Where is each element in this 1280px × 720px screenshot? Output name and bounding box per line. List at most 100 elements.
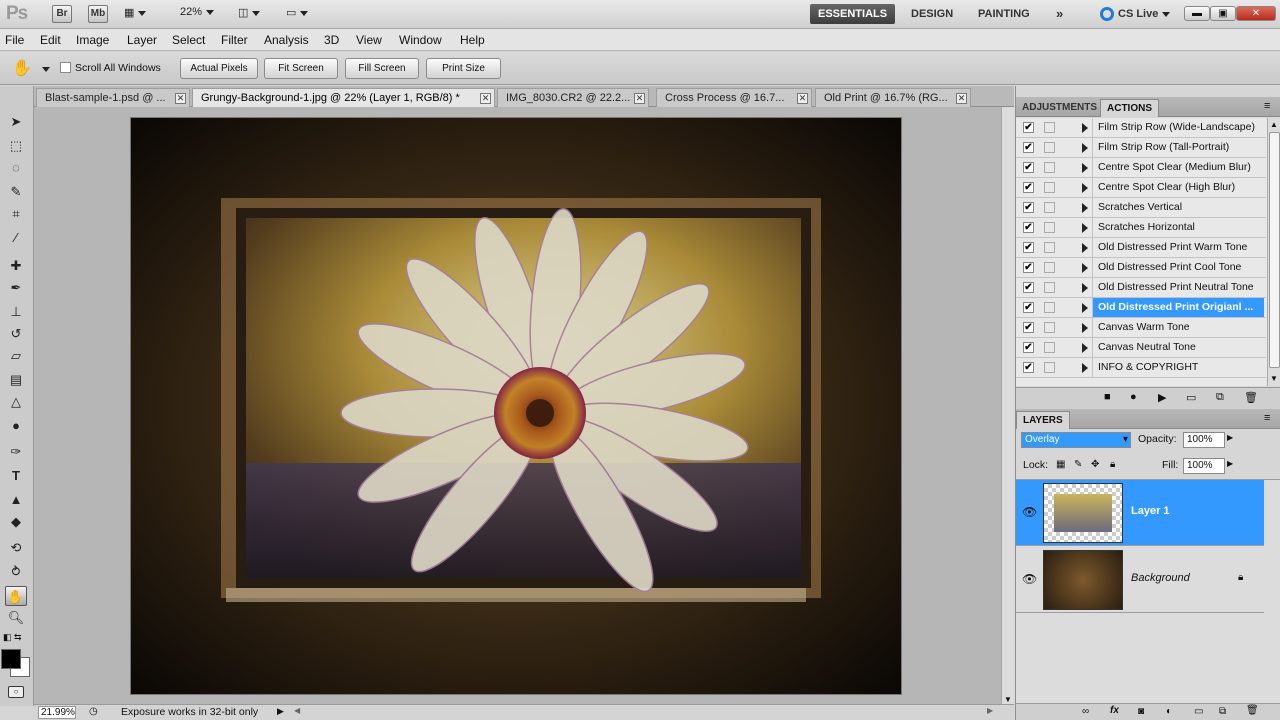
new-action-icon[interactable]: ⧉ <box>1216 391 1224 404</box>
tab-adjustments[interactable]: ADJUSTMENTS <box>1016 99 1103 117</box>
quick-mask-icon[interactable]: ○ <box>8 686 24 698</box>
dialog-toggle[interactable] <box>1044 262 1055 273</box>
gradient-tool-icon[interactable]: ▤ <box>5 370 27 390</box>
workspace-essentials[interactable]: ESSENTIALS <box>810 4 896 24</box>
action-label[interactable]: Film Strip Row (Wide-Landscape) <box>1092 118 1264 137</box>
expand-triangle-icon[interactable] <box>1082 243 1088 253</box>
dialog-toggle[interactable] <box>1044 362 1055 373</box>
stop-icon[interactable]: ■ <box>1104 391 1111 403</box>
dialog-toggle[interactable] <box>1044 122 1055 133</box>
tab-img-8030[interactable]: IMG_8030.CR2 @ 22.2... ✕ <box>497 88 649 107</box>
close-tab-icon[interactable]: ✕ <box>480 93 491 104</box>
fit-screen-button[interactable]: Fit Screen <box>264 58 338 79</box>
action-toggle-checkbox[interactable]: ✔ <box>1023 282 1034 293</box>
tab-grungy-background[interactable]: Grungy-Background-1.jpg @ 22% (Layer 1, … <box>192 88 495 107</box>
opacity-slider-arrow-icon[interactable]: ▶ <box>1227 433 1233 442</box>
action-toggle-checkbox[interactable]: ✔ <box>1023 142 1034 153</box>
menu-file[interactable]: File <box>5 33 24 47</box>
dialog-toggle[interactable] <box>1044 342 1055 353</box>
move-tool-icon[interactable]: ➤ <box>5 112 27 132</box>
fill-screen-button[interactable]: Fill Screen <box>345 58 419 79</box>
fill-field[interactable]: 100% <box>1183 458 1225 474</box>
adjustment-layer-icon[interactable]: ◐ <box>1166 706 1172 717</box>
action-toggle-checkbox[interactable]: ✔ <box>1023 202 1034 213</box>
action-toggle-checkbox[interactable]: ✔ <box>1023 262 1034 273</box>
canvas-area[interactable] <box>34 107 1001 704</box>
status-info-icon[interactable]: ◷ <box>89 706 98 717</box>
action-row[interactable]: ✔ Film Strip Row (Tall-Portrait) <box>1016 138 1266 158</box>
tab-actions[interactable]: ACTIONS <box>1100 99 1159 117</box>
action-row[interactable]: ✔ Old Distressed Print Warm Tone <box>1016 238 1266 258</box>
action-row[interactable]: ✔ Canvas Warm Tone <box>1016 318 1266 338</box>
panel-menu-icon[interactable]: ≡ <box>1264 412 1270 424</box>
minimize-button[interactable]: ▬ <box>1184 6 1210 21</box>
layer-name[interactable]: Layer 1 <box>1131 505 1170 517</box>
layer-name[interactable]: Background <box>1131 572 1190 584</box>
action-toggle-checkbox[interactable]: ✔ <box>1023 242 1034 253</box>
expand-triangle-icon[interactable] <box>1082 123 1088 133</box>
actions-scroll-thumb[interactable] <box>1269 132 1280 368</box>
menu-filter[interactable]: Filter <box>221 33 248 47</box>
delete-layer-icon[interactable]: 🗑︎ <box>1246 705 1259 716</box>
fill-slider-arrow-icon[interactable]: ▶ <box>1227 459 1233 468</box>
clone-stamp-tool-icon[interactable]: ⊥ <box>5 302 27 322</box>
action-label[interactable]: Film Strip Row (Tall-Portrait) <box>1092 138 1264 157</box>
scroll-down-arrow-icon[interactable]: ▼ <box>1270 374 1278 383</box>
action-toggle-checkbox[interactable]: ✔ <box>1023 362 1034 373</box>
tab-blast-sample[interactable]: Blast-sample-1.psd @ ... ✕ <box>36 88 190 107</box>
action-row[interactable]: ✔ INFO & COPYRIGHT <box>1016 358 1266 378</box>
expand-triangle-icon[interactable] <box>1082 203 1088 213</box>
vertical-scrollbar[interactable]: ▼ <box>1001 107 1014 704</box>
action-row[interactable]: ✔ Canvas Neutral Tone <box>1016 338 1266 358</box>
action-toggle-checkbox[interactable]: ✔ <box>1023 182 1034 193</box>
dialog-toggle[interactable] <box>1044 282 1055 293</box>
menu-window[interactable]: Window <box>399 33 442 47</box>
tab-cross-process[interactable]: Cross Process @ 16.7... ✕ <box>656 88 812 107</box>
action-row[interactable]: ✔ Film Strip Row (Wide-Landscape) <box>1016 118 1266 138</box>
scroll-up-arrow-icon[interactable]: ▲ <box>1270 120 1278 129</box>
actual-pixels-button[interactable]: Actual Pixels <box>180 58 258 79</box>
dodge-tool-icon[interactable]: ● <box>5 416 27 436</box>
visibility-eye-icon[interactable]: 👁︎ <box>1022 505 1037 519</box>
action-label[interactable]: Centre Spot Clear (High Blur) <box>1092 178 1264 197</box>
layer-style-icon[interactable]: fx <box>1110 705 1119 716</box>
expand-triangle-icon[interactable] <box>1082 223 1088 233</box>
menu-select[interactable]: Select <box>172 33 205 47</box>
dialog-toggle[interactable] <box>1044 182 1055 193</box>
tab-old-print[interactable]: Old Print @ 16.7% (RG... ✕ <box>815 88 971 107</box>
new-set-icon[interactable]: ▭ <box>1186 391 1196 404</box>
expand-triangle-icon[interactable] <box>1082 263 1088 273</box>
expand-triangle-icon[interactable] <box>1082 363 1088 373</box>
action-label[interactable]: Old Distressed Print Warm Tone <box>1092 238 1264 257</box>
eraser-tool-icon[interactable]: ▱ <box>5 346 27 366</box>
expand-triangle-icon[interactable] <box>1082 163 1088 173</box>
dialog-toggle[interactable] <box>1044 242 1055 253</box>
more-workspaces-button[interactable]: » <box>1048 4 1071 24</box>
menu-edit[interactable]: Edit <box>40 33 61 47</box>
action-toggle-checkbox[interactable]: ✔ <box>1023 302 1034 313</box>
crop-tool-icon[interactable]: ⌗ <box>5 204 27 224</box>
hscroll-right-arrow-icon[interactable]: ▶ <box>987 706 993 715</box>
action-label[interactable]: Centre Spot Clear (Medium Blur) <box>1092 158 1264 177</box>
action-row[interactable]: ✔ Scratches Horizontal <box>1016 218 1266 238</box>
visibility-eye-icon[interactable]: 👁︎ <box>1022 572 1037 586</box>
menu-help[interactable]: Help <box>460 33 485 47</box>
lock-transparency-icon[interactable]: ▦ <box>1056 459 1065 470</box>
close-tab-icon[interactable]: ✕ <box>634 93 645 104</box>
mini-bridge-button[interactable]: Mb <box>88 5 108 23</box>
delete-icon[interactable]: 🗑︎ <box>1244 391 1258 404</box>
preset-caret-icon[interactable] <box>42 67 50 73</box>
3d-rotate-tool-icon[interactable]: ⟲ <box>5 538 27 558</box>
zoom-level-dropdown[interactable]: 22% <box>180 6 215 18</box>
blur-tool-icon[interactable]: △ <box>5 392 27 412</box>
new-group-icon[interactable]: ▭ <box>1194 706 1203 717</box>
tab-layers[interactable]: LAYERS <box>1016 411 1070 429</box>
action-toggle-checkbox[interactable]: ✔ <box>1023 162 1034 173</box>
expand-triangle-icon[interactable] <box>1082 183 1088 193</box>
layer-row-background[interactable]: 👁︎ Background 🔒︎ <box>1016 547 1264 613</box>
add-mask-icon[interactable]: ◙ <box>1138 706 1144 717</box>
dialog-toggle[interactable] <box>1044 202 1055 213</box>
dialog-toggle[interactable] <box>1044 142 1055 153</box>
action-label[interactable]: Canvas Warm Tone <box>1092 318 1264 337</box>
action-label[interactable]: Scratches Vertical <box>1092 198 1264 217</box>
